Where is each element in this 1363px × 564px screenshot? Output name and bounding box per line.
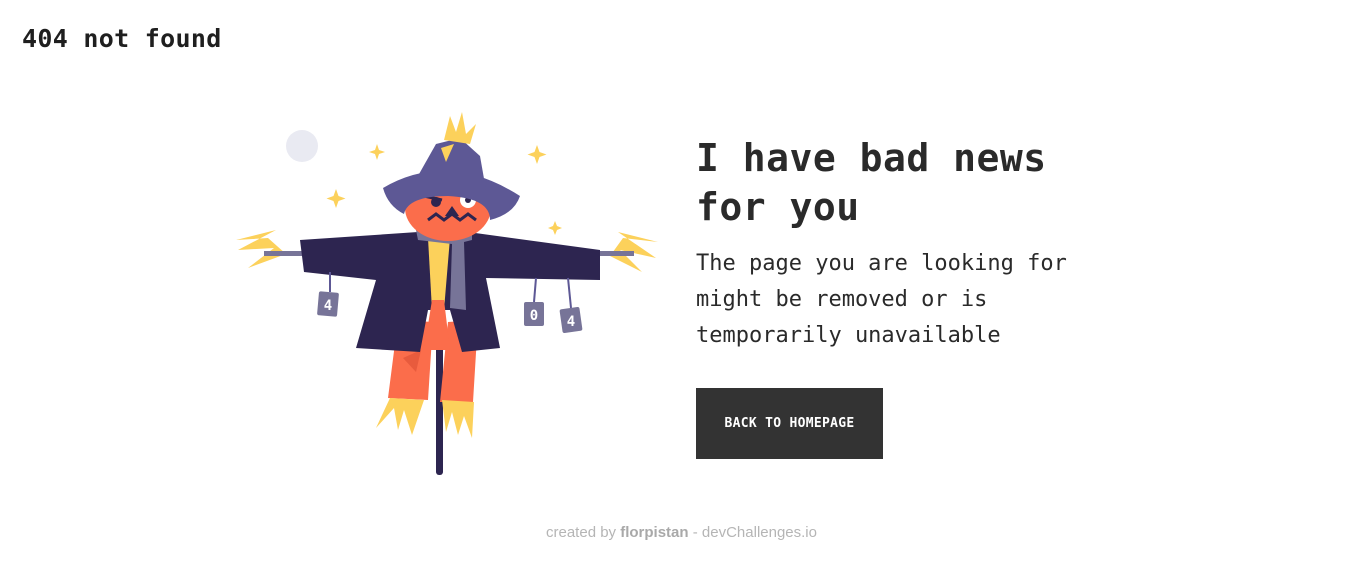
- footer-separator: -: [692, 524, 698, 541]
- can-label: 4: [324, 298, 332, 314]
- hat-straw: [444, 112, 476, 144]
- error-headline: I have bad news for you: [696, 136, 1047, 229]
- scarecrow-illustration: 4 0 4: [236, 112, 658, 475]
- straw-feet: [376, 398, 474, 438]
- site-title: 404 not found: [22, 24, 222, 53]
- back-to-homepage-button[interactable]: BACK TO HOMEPAGE: [696, 388, 883, 459]
- pole: [436, 335, 443, 475]
- footer-site[interactable]: devChallenges.io: [702, 524, 817, 541]
- footer-prefix: created by: [546, 524, 617, 541]
- error-message: The page you are looking for might be re…: [696, 251, 1067, 348]
- footer-credit: created by florpistan - devChallenges.io: [0, 524, 1363, 541]
- moon-shape: [286, 130, 318, 162]
- can-label: 0: [530, 308, 538, 324]
- can-label: 4: [567, 314, 575, 330]
- error-content: I have bad news for you The page you are…: [696, 134, 1136, 459]
- footer-author[interactable]: florpistan: [620, 524, 688, 541]
